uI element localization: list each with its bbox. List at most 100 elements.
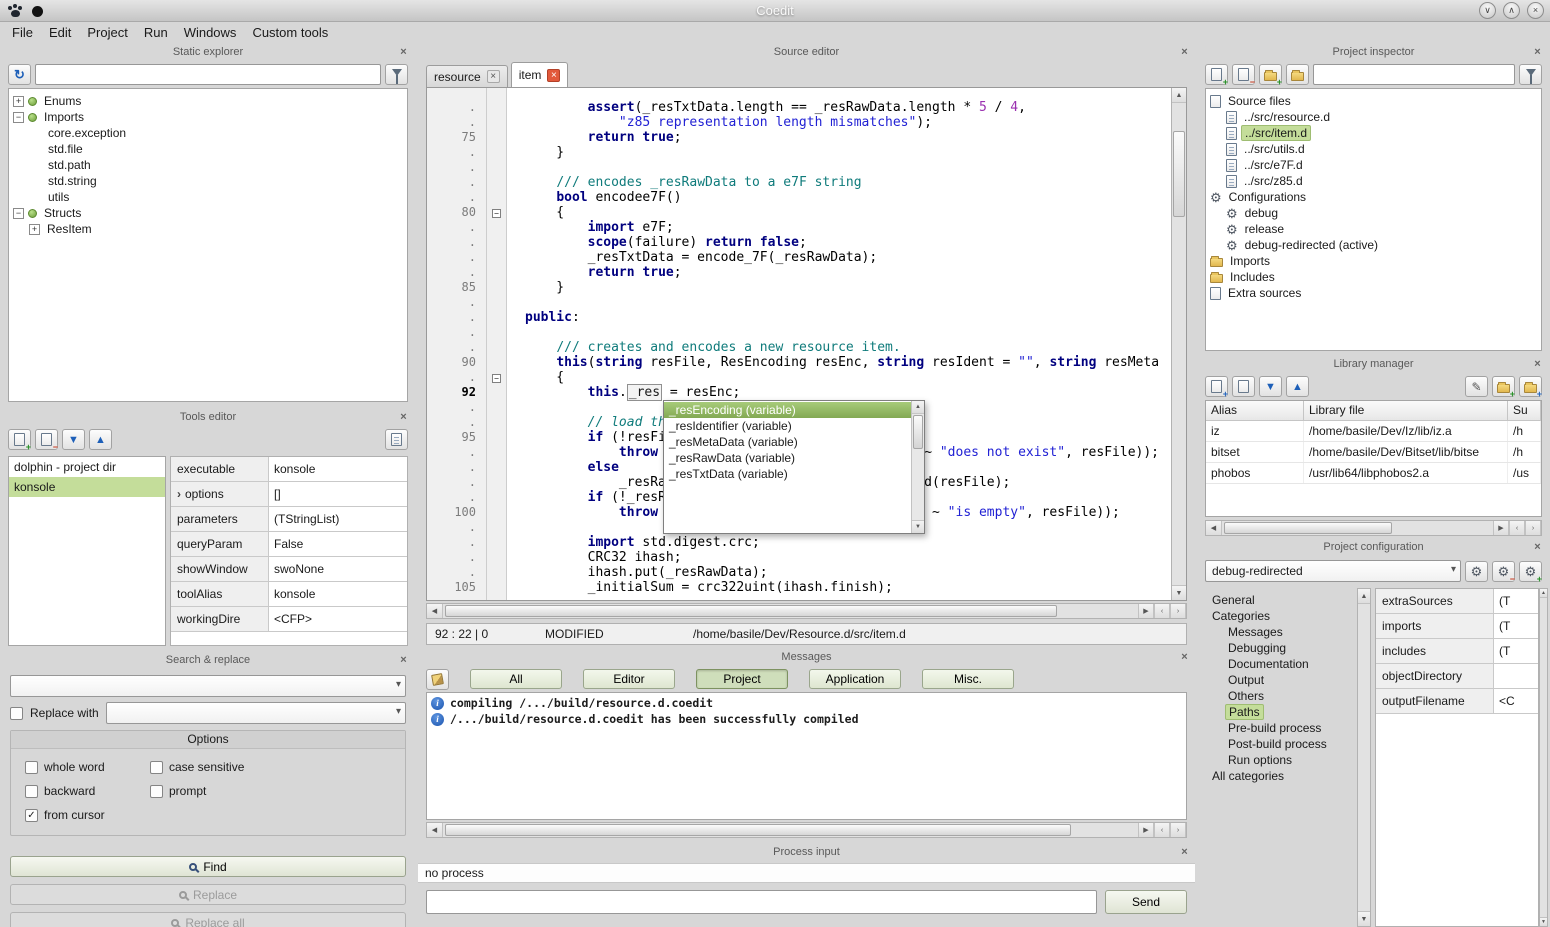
library-from-folder-button[interactable]: + [1492, 376, 1515, 397]
fold-marker-icon[interactable]: − [492, 374, 501, 383]
maximize-button[interactable]: ∧ [1503, 2, 1520, 19]
tree-item[interactable]: −Imports [9, 109, 407, 125]
project-tree[interactable]: Source files../src/resource.d../src/item… [1205, 88, 1542, 351]
minimize-button[interactable]: ∨ [1479, 2, 1496, 19]
tree-item[interactable]: Documentation [1205, 656, 1357, 672]
messages-horizontal-scrollbar[interactable]: ◀ ▶ ‹ › [426, 822, 1187, 838]
remove-source-button[interactable]: − [1232, 64, 1255, 85]
column-header[interactable]: Library file [1304, 401, 1508, 421]
checkbox[interactable] [25, 761, 38, 774]
scrollbar-track[interactable] [1540, 598, 1547, 917]
tree-item[interactable]: All categories [1205, 768, 1357, 784]
clear-messages-button[interactable] [426, 669, 449, 690]
scroll-down-icon[interactable]: ▼ [1358, 911, 1370, 926]
menu-file[interactable]: File [4, 23, 41, 42]
editor-vertical-scrollbar[interactable]: ▲ ▼ [1171, 88, 1186, 600]
tree-item[interactable]: ../src/z85.d [1206, 173, 1541, 189]
tree-item[interactable]: Categories [1205, 608, 1357, 624]
option-from-cursor[interactable]: ✓from cursor [25, 803, 150, 827]
close-tab-icon[interactable]: × [547, 69, 560, 82]
autocomplete-item[interactable]: _resMetaData (variable) [664, 434, 911, 450]
filter-editor-button[interactable]: Editor [583, 669, 675, 689]
scrollbar-track[interactable] [1358, 604, 1370, 911]
property-row[interactable]: queryParamFalse [171, 532, 407, 557]
autocomplete-item[interactable]: _resRawData (variable) [664, 450, 911, 466]
add-folder-button[interactable]: + [1259, 64, 1282, 85]
option-prompt[interactable]: prompt [150, 779, 405, 803]
menu-edit[interactable]: Edit [41, 23, 79, 42]
tree-item[interactable]: Pre-build process [1205, 720, 1357, 736]
scrollbar-track[interactable] [443, 604, 1138, 618]
scroll-page-right-icon[interactable]: › [1170, 604, 1186, 618]
tree-item[interactable]: Output [1205, 672, 1357, 688]
library-table-body[interactable]: iz/home/basile/Dev/Iz/lib/iz.a/hbitset/h… [1206, 421, 1541, 516]
message-item[interactable]: i/.../build/resource.d.coedit has been s… [427, 711, 1186, 727]
clone-tool-button[interactable] [385, 429, 408, 450]
move-tool-down-button[interactable]: ▼ [62, 429, 85, 450]
property-row[interactable]: showWindowswoNone [171, 557, 407, 582]
tree-item[interactable]: ../src/item.d [1206, 125, 1541, 141]
property-value[interactable]: [] [269, 482, 407, 506]
menu-custom-tools[interactable]: Custom tools [244, 23, 336, 42]
autocomplete-item[interactable]: _resIdentifier (variable) [664, 418, 911, 434]
option-case-sensitive[interactable]: case sensitive [150, 755, 405, 779]
configuration-properties-grid[interactable]: extraSources(Timports(Tincludes(TobjectD… [1375, 588, 1539, 927]
scroll-down-icon[interactable]: ▼ [1540, 917, 1547, 926]
close-tab-icon[interactable]: × [487, 70, 500, 83]
tree-item[interactable]: Source files [1206, 93, 1541, 109]
close-panel-icon[interactable]: × [1531, 358, 1544, 371]
property-value[interactable]: (T [1494, 589, 1538, 613]
expander-icon[interactable]: › [177, 487, 181, 501]
property-row[interactable]: workingDire<CFP> [171, 607, 407, 632]
scroll-left-icon[interactable]: ◀ [1206, 521, 1222, 535]
checkbox[interactable] [150, 761, 163, 774]
tree-item[interactable]: Debugging [1205, 640, 1357, 656]
tree-item[interactable]: Extra sources [1206, 285, 1541, 301]
property-row[interactable]: toolAliaskonsole [171, 582, 407, 607]
tree-item[interactable]: std.file [9, 141, 407, 157]
library-row[interactable]: iz/home/basile/Dev/Iz/lib/iz.a/h [1206, 421, 1541, 442]
move-library-up-button[interactable]: ▲ [1286, 376, 1309, 397]
tree-item[interactable]: Paths [1205, 704, 1357, 720]
replace-button[interactable]: Replace [10, 884, 406, 905]
find-button[interactable]: Find [10, 856, 406, 877]
grid-scrollbar[interactable]: ▲ ▼ [1539, 588, 1548, 927]
property-value[interactable]: konsole [269, 582, 407, 606]
column-header[interactable]: Su [1508, 401, 1541, 421]
property-row[interactable]: outputFilename<C [1376, 689, 1538, 714]
property-value[interactable]: konsole [269, 457, 407, 481]
property-value[interactable]: (T [1494, 614, 1538, 638]
tree-item[interactable]: −Structs [9, 205, 407, 221]
library-from-project-button[interactable]: + [1519, 376, 1542, 397]
close-panel-icon[interactable]: × [1178, 846, 1191, 859]
symbol-search-input[interactable] [35, 64, 381, 85]
option-whole-word[interactable]: whole word [25, 755, 150, 779]
inspector-filter-button[interactable] [1519, 64, 1542, 85]
add-tool-button[interactable]: + [8, 429, 31, 450]
tree-item[interactable]: Messages [1205, 624, 1357, 640]
tree-item[interactable]: ../src/resource.d [1206, 109, 1541, 125]
tool-properties-grid[interactable]: executablekonsole›options[]parameters(TS… [170, 456, 408, 646]
scrollbar-thumb[interactable] [1173, 131, 1185, 217]
scroll-left-icon[interactable]: ◀ [427, 823, 443, 837]
property-row[interactable]: ›options[] [171, 482, 407, 507]
scroll-page-left-icon[interactable]: ‹ [1154, 604, 1170, 618]
filter-misc-button[interactable]: Misc. [922, 669, 1014, 689]
configuration-selector[interactable]: debug-redirected▾ [1205, 560, 1461, 582]
close-panel-icon[interactable]: × [1531, 46, 1544, 59]
close-window-button[interactable]: × [1527, 2, 1544, 19]
message-list[interactable]: icompiling /.../build/resource.d.coediti… [426, 692, 1187, 820]
close-panel-icon[interactable]: × [1178, 651, 1191, 664]
scrollbar-thumb[interactable] [445, 824, 1071, 836]
scroll-right-icon[interactable]: ▶ [1138, 823, 1154, 837]
scrollbar-track[interactable] [912, 414, 924, 520]
move-tool-up-button[interactable]: ▲ [89, 429, 112, 450]
autocomplete-scrollbar[interactable]: ▲ ▼ [911, 401, 924, 533]
checkbox[interactable] [150, 785, 163, 798]
process-input-field[interactable] [426, 890, 1097, 914]
property-value[interactable] [1494, 664, 1538, 688]
tab-resource[interactable]: resource× [426, 65, 508, 87]
tree-item[interactable]: +ResItem [9, 221, 407, 237]
refresh-button[interactable]: ↻ [8, 64, 31, 85]
add-source-button[interactable]: + [1205, 64, 1228, 85]
